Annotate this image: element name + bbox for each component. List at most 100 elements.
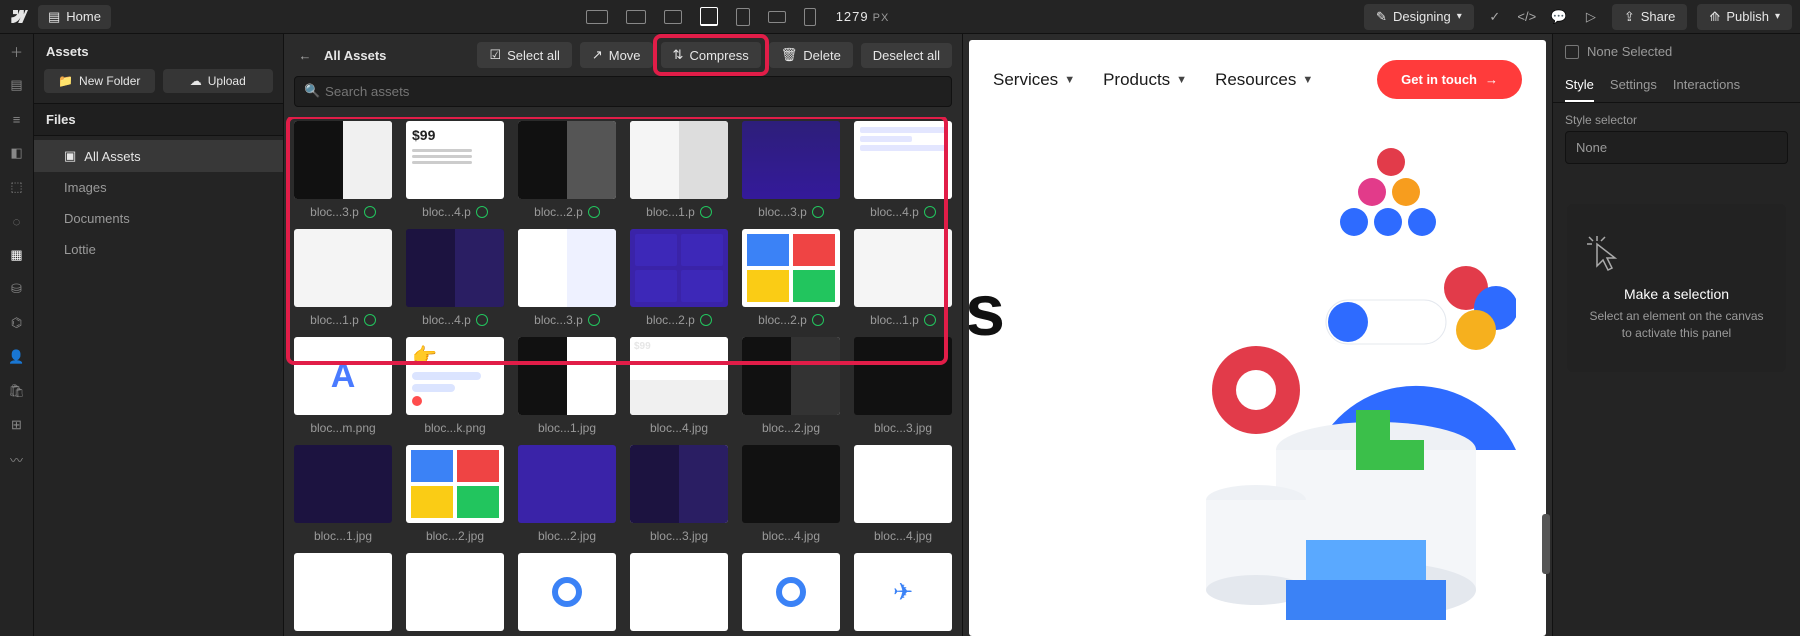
asset-cell[interactable]	[630, 553, 728, 631]
page-home-chip[interactable]: ▤ Home	[38, 5, 111, 29]
share-button[interactable]: ⇪ Share	[1612, 4, 1688, 30]
tree-documents[interactable]: Documents	[34, 203, 283, 234]
mode-label: Designing	[1393, 9, 1451, 24]
comment-icon[interactable]: 💬	[1548, 6, 1570, 28]
navigator-icon[interactable]: ≡	[8, 110, 26, 128]
asset-cell[interactable]: bloc...3.p	[518, 229, 616, 327]
asset-cell[interactable]	[294, 553, 392, 631]
users-icon[interactable]: 👤	[8, 348, 26, 366]
asset-cell[interactable]: bloc...2.jpg	[742, 337, 840, 435]
breakpoint-tablet-icon[interactable]	[736, 8, 750, 26]
mode-dropdown[interactable]: ✎ Designing ▾	[1364, 4, 1474, 30]
breakpoint-desktop-icon[interactable]	[626, 10, 646, 24]
asset-cell[interactable]: bloc...1.jpg	[294, 445, 392, 543]
variables-icon[interactable]: ⬚	[8, 178, 26, 196]
components-icon[interactable]: ◧	[8, 144, 26, 162]
asset-label: bloc...4.p	[870, 205, 919, 219]
check-square-icon: ☑	[489, 47, 501, 63]
asset-cell[interactable]: $99bloc...4.p	[406, 121, 504, 219]
tree-all-assets[interactable]: ▣All Assets	[34, 140, 283, 172]
asset-cell[interactable]	[518, 553, 616, 631]
asset-cell[interactable]: bloc...1.jpg	[518, 337, 616, 435]
delete-button[interactable]: 🗑Delete	[769, 42, 853, 68]
asset-cell[interactable]: 👉bloc...k.png	[406, 337, 504, 435]
pages-icon[interactable]: ▤	[8, 76, 26, 94]
arrow-right-icon: →	[1485, 72, 1498, 87]
asset-cell[interactable]: bloc...3.p	[294, 121, 392, 219]
asset-cell[interactable]: bloc...1.p	[854, 229, 952, 327]
publish-button[interactable]: ⟰ Publish ▾	[1697, 4, 1792, 30]
asset-cell[interactable]: bloc...4.p	[406, 229, 504, 327]
webflow-logo-icon[interactable]	[8, 10, 28, 24]
preview-icon[interactable]: ▷	[1580, 6, 1602, 28]
upload-button[interactable]: ☁ Upload	[163, 69, 274, 93]
tree-images[interactable]: Images	[34, 172, 283, 203]
files-heading: Files	[34, 103, 283, 136]
breakpoint-tablet-wide-icon[interactable]	[700, 7, 718, 26]
cta-button[interactable]: Get in touch→	[1377, 60, 1522, 99]
nav-products[interactable]: Products▼	[1103, 70, 1187, 90]
asset-cell[interactable]	[742, 553, 840, 631]
asset-cell[interactable]: bloc...2.p	[742, 229, 840, 327]
asset-cell[interactable]: bloc...4.jpg	[742, 445, 840, 543]
tree-lottie[interactable]: Lottie	[34, 234, 283, 265]
search-input[interactable]	[294, 76, 952, 107]
asset-cell[interactable]: $99bloc...4.jpg	[630, 337, 728, 435]
compress-icon: ⇅	[673, 47, 684, 63]
breakpoint-mobile-landscape-icon[interactable]	[768, 11, 786, 23]
code-icon[interactable]: </>	[1516, 6, 1538, 28]
tree-item-label: Lottie	[64, 242, 96, 257]
asset-label: bloc...1.jpg	[538, 421, 596, 435]
asset-cell[interactable]: bloc...1.p	[294, 229, 392, 327]
asset-cell[interactable]: bloc...4.jpg	[854, 445, 952, 543]
asset-cell[interactable]: bloc...4.p	[854, 121, 952, 219]
tab-style[interactable]: Style	[1565, 69, 1594, 102]
logic-icon[interactable]: ⌬	[8, 314, 26, 332]
new-folder-button[interactable]: 📁 New Folder	[44, 69, 155, 93]
asset-cell[interactable]: ✈	[854, 553, 952, 631]
checkbox-icon[interactable]	[1565, 45, 1579, 59]
tab-settings[interactable]: Settings	[1610, 69, 1657, 102]
breakpoint-desktop-xl-icon[interactable]	[586, 10, 608, 24]
style-selector-input[interactable]: None	[1565, 131, 1788, 164]
asset-cell[interactable]: bloc...2.jpg	[518, 445, 616, 543]
breakpoint-laptop-icon[interactable]	[664, 10, 682, 24]
left-tool-rail: ＋ ▤ ≡ ◧ ⬚ ◌ ▦ ⛁ ⌬ 👤 🛍 ⊞ 〰	[0, 34, 34, 636]
breakpoint-mobile-icon[interactable]	[804, 8, 816, 26]
asset-cell[interactable]: Abloc...m.png	[294, 337, 392, 435]
audit-icon[interactable]: 〰	[8, 450, 26, 468]
asset-cell[interactable]: bloc...3.jpg	[854, 337, 952, 435]
ecommerce-icon[interactable]: 🛍	[8, 382, 26, 400]
asset-label: bloc...2.p	[758, 313, 807, 327]
asset-cell[interactable]: bloc...3.jpg	[630, 445, 728, 543]
back-icon[interactable]: ←	[294, 48, 316, 63]
styles-icon[interactable]: ◌	[8, 212, 26, 230]
check-icon[interactable]: ✓	[1484, 6, 1506, 28]
cms-icon[interactable]: ⛁	[8, 280, 26, 298]
tab-interactions[interactable]: Interactions	[1673, 69, 1740, 102]
deselect-all-button[interactable]: Deselect all	[861, 43, 952, 68]
asset-cell[interactable]	[406, 553, 504, 631]
compress-button[interactable]: ⇅Compress	[661, 42, 761, 68]
nav-resources[interactable]: Resources▼	[1215, 70, 1313, 90]
move-icon: ↗	[592, 47, 603, 63]
nav-services[interactable]: Services▼	[993, 70, 1075, 90]
asset-cell[interactable]: bloc...2.jpg	[406, 445, 504, 543]
asset-label: bloc...2.jpg	[762, 421, 820, 435]
asset-label: bloc...2.jpg	[538, 529, 596, 543]
assets-icon[interactable]: ▦	[8, 246, 26, 264]
asset-cell[interactable]: bloc...3.p	[742, 121, 840, 219]
asset-label: bloc...4.jpg	[874, 529, 932, 543]
asset-label: bloc...3.p	[310, 205, 359, 219]
asset-cell[interactable]: bloc...1.p	[630, 121, 728, 219]
apps-icon[interactable]: ⊞	[8, 416, 26, 434]
scrollbar-thumb[interactable]	[1542, 514, 1550, 574]
canvas-viewport[interactable]: Services▼ Products▼ Resources▼ Get in to…	[962, 34, 1552, 636]
select-all-button[interactable]: ☑Select all	[477, 42, 571, 68]
asset-cell[interactable]: bloc...2.p	[518, 121, 616, 219]
assets-tree: ▣All Assets Images Documents Lottie	[34, 136, 283, 269]
add-icon[interactable]: ＋	[8, 42, 26, 60]
asset-cell[interactable]: bloc...2.p	[630, 229, 728, 327]
move-button[interactable]: ↗Move	[580, 42, 653, 68]
viewport-size[interactable]: 1279 PX	[836, 9, 890, 24]
